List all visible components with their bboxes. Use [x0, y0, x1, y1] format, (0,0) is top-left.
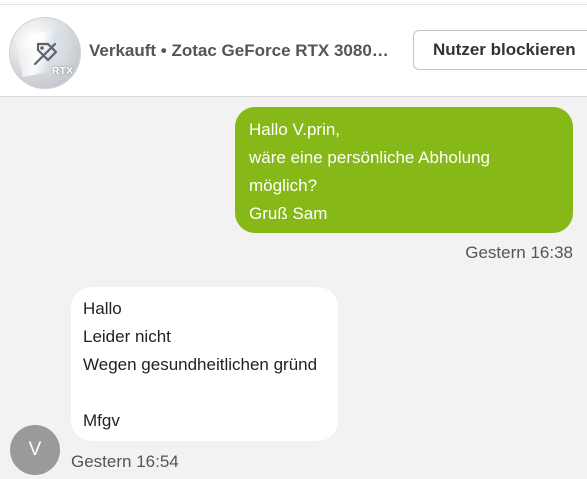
message-line: Hallo	[83, 299, 122, 318]
listing-title[interactable]: Verkauft • Zotac GeForce RTX 3080…	[89, 41, 401, 61]
message-bubble-incoming: Hallo Leider nicht Wegen gesundheitliche…	[71, 287, 338, 441]
message-line: Hallo V.prin,	[249, 120, 341, 139]
message-line: Gruß Sam	[249, 204, 328, 223]
message-line: Leider nicht	[83, 327, 171, 346]
message-line-empty	[83, 379, 326, 407]
block-user-button[interactable]: Nutzer blockieren	[413, 30, 587, 70]
message-line: Mfgv	[83, 411, 120, 430]
message-timestamp-outgoing: Gestern 16:38	[465, 243, 573, 262]
thumbnail-text: RTX	[52, 66, 74, 77]
listing-thumbnail[interactable]: RTX	[9, 17, 81, 89]
message-timestamp-incoming: Gestern 16:54	[71, 452, 179, 471]
message-line: möglich?	[249, 176, 318, 195]
message-bubble-outgoing: Hallo V.prin, wäre eine persönliche Abho…	[235, 107, 573, 233]
avatar[interactable]: V	[10, 425, 60, 475]
message-line: wäre eine persönliche Abholung	[249, 148, 491, 167]
message-line: Wegen gesundheitlichen gründ	[83, 355, 318, 374]
conversation-header: RTX Verkauft • Zotac GeForce RTX 3080… N…	[0, 5, 587, 97]
